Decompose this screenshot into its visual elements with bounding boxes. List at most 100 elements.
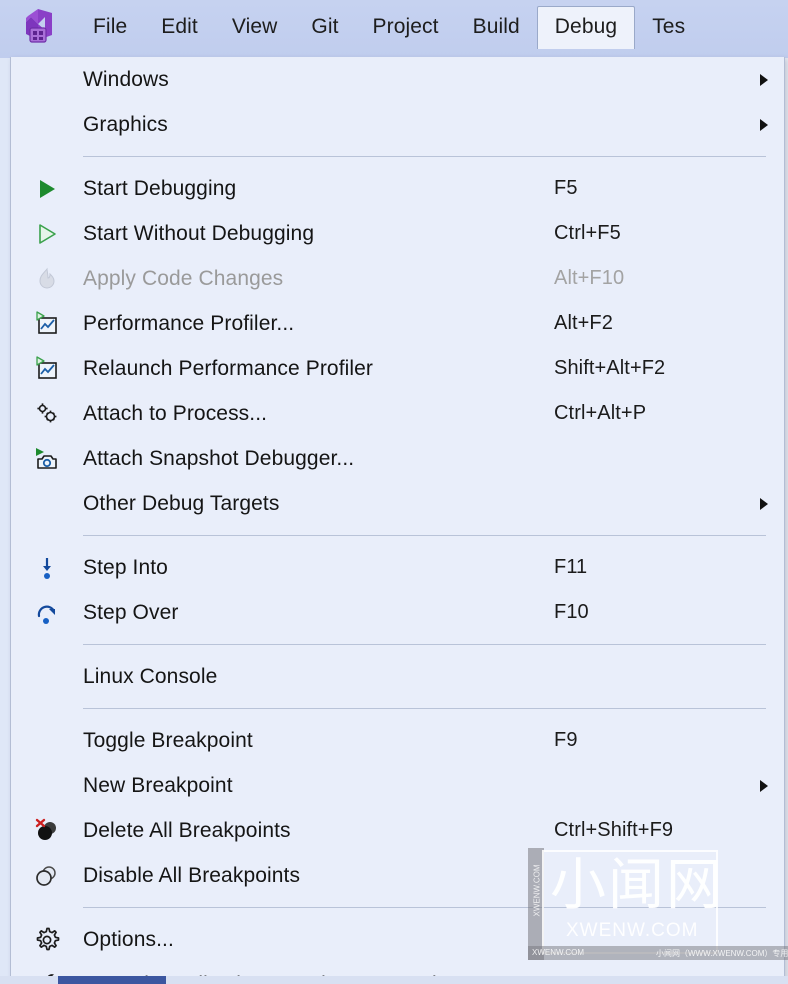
debug-dropdown-menu: Windows Graphics Start Debugging F5 Start Wi…	[10, 57, 785, 984]
menu-item-label: Attach Snapshot Debugger...	[83, 446, 355, 470]
menubar-item-tes[interactable]: Tes	[635, 6, 702, 49]
menu-item-icon-slot	[11, 346, 73, 391]
menu-item-options[interactable]: Options...	[11, 917, 784, 962]
menu-item-other-debug-targets[interactable]: Other Debug Targets	[11, 481, 784, 526]
menu-item-icon-slot	[11, 211, 73, 256]
menu-item-icon-slot	[11, 481, 73, 526]
menu-item-shortcut: Ctrl+Shift+F9	[554, 819, 674, 841]
menu-item-toggle-breakpoint[interactable]: Toggle Breakpoint F9	[11, 718, 784, 763]
menu-item-icon-slot	[11, 102, 73, 147]
menu-item-icon-slot	[11, 166, 73, 211]
menu-item-icon-slot	[11, 436, 73, 481]
menu-item-label: Linux Console	[83, 664, 218, 688]
menu-item-shortcut: Alt+F2	[554, 312, 613, 334]
menu-item-arrow-slot	[744, 779, 784, 793]
relaunch-profiler-icon	[33, 355, 61, 383]
performance-profiler-icon	[33, 310, 61, 338]
menu-item-shortcut: Alt+F10	[554, 267, 625, 289]
menubar-items: File Edit View Git Project Build Debug Tes	[76, 6, 702, 58]
gear-icon	[33, 926, 61, 954]
step-over-icon	[34, 600, 60, 626]
disable-all-breakpoints-icon	[33, 862, 61, 890]
menu-item-label: Start Debugging	[83, 176, 237, 200]
menu-item-start-without-debugging[interactable]: Start Without Debugging Ctrl+F5	[11, 211, 784, 256]
menubar-item-build[interactable]: Build	[456, 6, 537, 49]
menu-item-icon-slot	[11, 654, 73, 699]
play-outline-icon	[34, 221, 60, 247]
menu-item-shortcut: F10	[554, 601, 589, 623]
menu-item-label: Graphics	[83, 112, 168, 136]
menu-item-arrow-slot	[744, 118, 784, 132]
menu-item-icon-slot	[11, 256, 73, 301]
menu-item-icon-slot	[11, 853, 73, 898]
menu-item-icon-slot	[11, 545, 73, 590]
submenu-arrow-icon	[758, 497, 770, 511]
menu-item-apply-code-changes: Apply Code Changes Alt+F10	[11, 256, 784, 301]
menu-item-icon-slot	[11, 590, 73, 635]
menu-item-label: Disable All Breakpoints	[83, 863, 301, 887]
menu-item-graphics[interactable]: Graphics	[11, 102, 784, 147]
menu-item-windows[interactable]: Windows	[11, 57, 784, 102]
menu-item-icon-slot	[11, 718, 73, 763]
menu-separator	[83, 907, 766, 908]
menu-separator	[83, 708, 766, 709]
menu-item-icon-slot	[11, 763, 73, 808]
menu-item-arrow-slot	[744, 73, 784, 87]
submenu-arrow-icon	[758, 779, 770, 793]
menu-item-label: Attach to Process...	[83, 401, 268, 425]
menu-item-attach-to-process[interactable]: Attach to Process... Ctrl+Alt+P	[11, 391, 784, 436]
menu-item-shortcut: Ctrl+Alt+P	[554, 402, 647, 424]
delete-all-breakpoints-icon	[33, 817, 61, 845]
menu-item-shortcut: F9	[554, 729, 578, 751]
menu-item-shortcut: F11	[554, 556, 588, 578]
menu-item-label: Relaunch Performance Profiler	[83, 356, 374, 380]
main-menu-bar: File Edit View Git Project Build Debug Tes	[0, 0, 788, 58]
menu-item-label: Other Debug Targets	[83, 491, 280, 515]
menu-separator	[83, 535, 766, 536]
flame-icon	[34, 266, 60, 292]
menu-item-label: Performance Profiler...	[83, 311, 295, 335]
menubar-item-view[interactable]: View	[215, 6, 295, 49]
menu-item-label: New Breakpoint	[83, 773, 233, 797]
bottom-partial-row	[0, 976, 788, 984]
menu-item-step-into[interactable]: Step Into F11	[11, 545, 784, 590]
menu-item-label: Step Over	[83, 600, 179, 624]
menubar-item-file[interactable]: File	[76, 6, 144, 49]
menu-item-delete-all-breakpoints[interactable]: Delete All Breakpoints Ctrl+Shift+F9	[11, 808, 784, 853]
menu-item-label: Apply Code Changes	[83, 266, 284, 290]
menu-item-disable-all-breakpoints[interactable]: Disable All Breakpoints	[11, 853, 784, 898]
visual-studio-window: File Edit View Git Project Build Debug Tes Wind…	[0, 0, 788, 984]
menu-item-shortcut: Ctrl+F5	[554, 222, 621, 244]
menu-item-attach-snapshot-debugger[interactable]: Attach Snapshot Debugger...	[11, 436, 784, 481]
play-filled-icon	[34, 176, 60, 202]
menu-item-label: Delete All Breakpoints	[83, 818, 291, 842]
menubar-item-edit[interactable]: Edit	[144, 6, 215, 49]
menu-item-step-over[interactable]: Step Over F10	[11, 590, 784, 635]
menubar-item-debug[interactable]: Debug	[536, 6, 636, 49]
menu-item-icon-slot	[11, 391, 73, 436]
snapshot-camera-icon	[33, 445, 61, 473]
menu-separator	[83, 644, 766, 645]
menubar-item-git[interactable]: Git	[294, 6, 355, 49]
menu-item-icon-slot	[11, 917, 73, 962]
submenu-arrow-icon	[758, 73, 770, 87]
step-into-icon	[34, 555, 60, 581]
menubar-item-project[interactable]: Project	[356, 6, 456, 49]
menu-item-label: Options...	[83, 927, 174, 951]
menu-item-label: Step Into	[83, 555, 168, 579]
menu-item-performance-profiler[interactable]: Performance Profiler... Alt+F2	[11, 301, 784, 346]
menu-item-label: Start Without Debugging	[83, 221, 315, 245]
menu-item-shortcut: F5	[554, 177, 578, 199]
menu-item-label: Windows	[83, 67, 169, 91]
submenu-arrow-icon	[758, 118, 770, 132]
gears-icon	[33, 400, 61, 428]
menu-item-shortcut: Shift+Alt+F2	[554, 357, 666, 379]
menu-item-relaunch-performance-profiler[interactable]: Relaunch Performance Profiler Shift+Alt+F…	[11, 346, 784, 391]
menu-item-icon-slot	[11, 57, 73, 102]
menu-item-icon-slot	[11, 808, 73, 853]
menu-item-linux-console[interactable]: Linux Console	[11, 654, 784, 699]
menu-item-label: Toggle Breakpoint	[83, 728, 253, 752]
menu-item-new-breakpoint[interactable]: New Breakpoint	[11, 763, 784, 808]
menu-item-start-debugging[interactable]: Start Debugging F5	[11, 166, 784, 211]
menu-item-arrow-slot	[744, 497, 784, 511]
